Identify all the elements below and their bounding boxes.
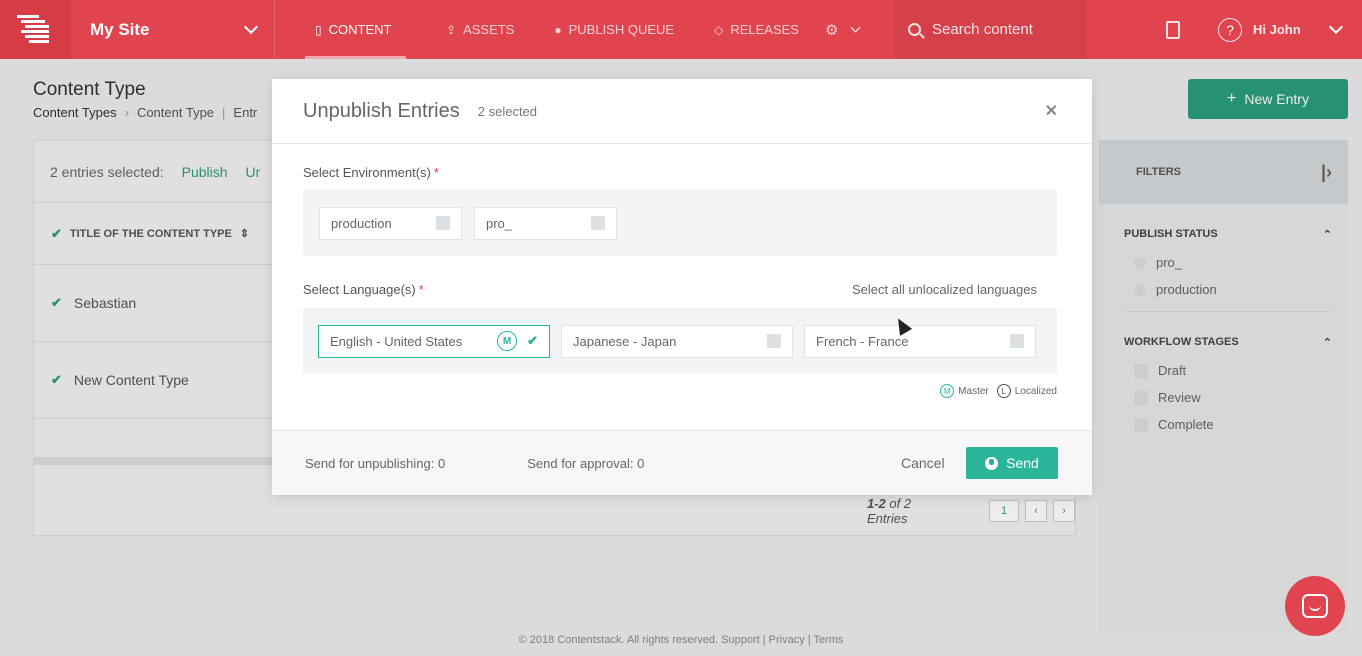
site-switcher[interactable]: My Site [71, 0, 275, 59]
nav-content[interactable]: ▯ CONTENT [305, 0, 406, 59]
language-label-text: Select Language(s) [303, 282, 416, 297]
gear-icon: ⚙ [824, 21, 839, 39]
language-option-english[interactable]: English - United States M ✔ [318, 324, 550, 358]
upload-icon: ⇪ [446, 22, 457, 37]
nav-publish-queue[interactable]: ● PUBLISH QUEUE [544, 0, 674, 59]
nav-content-label: CONTENT [328, 22, 392, 37]
checkbox[interactable] [591, 216, 605, 230]
settings-menu[interactable]: ⚙ [824, 21, 861, 39]
help-icon[interactable]: ? [1218, 17, 1242, 42]
chat-launcher[interactable] [1285, 576, 1345, 636]
environment-name: pro_ [486, 215, 513, 231]
language-legend: M Master L Localized [303, 384, 1057, 398]
legend-localized: Localized [1014, 385, 1057, 397]
globe-icon [985, 456, 999, 470]
language-option-japanese[interactable]: Japanese - Japan [561, 324, 793, 358]
master-icon: M [940, 384, 955, 398]
legend-master: Master [958, 385, 989, 397]
nav-releases-label: RELEASES [730, 22, 799, 37]
environment-option-production[interactable]: production [319, 206, 462, 240]
send-unpublishing-count: Send for unpublishing: 0 [305, 455, 446, 471]
globe-icon: ● [554, 22, 562, 37]
nav-assets-label: ASSETS [463, 22, 515, 37]
chevron-down-icon [243, 19, 259, 35]
language-options: English - United States M ✔ Japanese - J… [303, 308, 1057, 374]
environment-options: production pro_ [303, 190, 1057, 256]
language-option-french[interactable]: French - France [804, 324, 1036, 358]
language-name: English - United States [330, 333, 463, 349]
environment-option-pro[interactable]: pro_ [474, 206, 617, 240]
nav-releases[interactable]: ◇ RELEASES [704, 0, 799, 59]
topbar-right: ? Hi John [1160, 0, 1343, 59]
modal-footer: Send for unpublishing: 0 Send for approv… [272, 430, 1092, 495]
required-marker: * [433, 165, 439, 180]
search-icon [908, 23, 921, 36]
releases-icon: ◇ [714, 22, 724, 37]
nav-publish-queue-label: PUBLISH QUEUE [568, 22, 675, 37]
select-all-unlocalized-link[interactable]: Select all unlocalized languages [852, 282, 1037, 297]
stack-logo-icon [16, 14, 49, 43]
send-button[interactable]: Send [966, 447, 1058, 479]
site-name: My Site [90, 19, 150, 39]
language-name: Japanese - Japan [573, 333, 677, 349]
selected-count: 2 selected [477, 103, 538, 119]
chevron-down-icon[interactable] [1328, 19, 1343, 35]
clipboard-icon[interactable] [1166, 20, 1180, 39]
user-greeting[interactable]: Hi John [1253, 22, 1301, 37]
cancel-button[interactable]: Cancel [901, 455, 945, 471]
unpublish-modal: Unpublish Entries 2 selected ✕ Select En… [272, 79, 1092, 495]
environment-label: Select Environment(s) * [303, 165, 1057, 180]
document-icon: ▯ [315, 22, 322, 37]
search-placeholder: Search content [932, 21, 1033, 38]
send-approval-count: Send for approval: 0 [527, 455, 645, 471]
modal-body: Select Environment(s) * production pro_ S… [272, 165, 1092, 398]
environment-name: production [331, 215, 392, 231]
search-input[interactable]: Search content [894, 0, 1086, 59]
check-icon: ✔ [527, 333, 538, 348]
checkbox[interactable] [1010, 334, 1024, 348]
language-name: French - France [816, 333, 909, 349]
modal-title: Unpublish Entries [303, 99, 460, 122]
environment-label-text: Select Environment(s) [303, 165, 431, 180]
nav-assets[interactable]: ⇪ ASSETS [436, 0, 514, 59]
contentstack-logo[interactable] [0, 0, 71, 59]
send-label: Send [1006, 455, 1039, 471]
master-badge: M [497, 331, 518, 351]
close-icon[interactable]: ✕ [1045, 101, 1058, 121]
chevron-down-icon [850, 22, 861, 32]
chat-icon [1302, 594, 1328, 618]
language-label: Select Language(s) * Select all unlocaliz… [303, 282, 1057, 297]
top-bar: My Site ▯ CONTENT ⇪ ASSETS ● PUBLISH QUE… [0, 0, 1362, 59]
modal-header: Unpublish Entries 2 selected ✕ [272, 79, 1092, 144]
checkbox[interactable] [436, 216, 450, 230]
localized-icon: L [996, 384, 1011, 398]
required-marker: * [418, 282, 424, 297]
checkbox[interactable] [767, 334, 781, 348]
main-nav: ▯ CONTENT ⇪ ASSETS ● PUBLISH QUEUE ◇ REL… [305, 0, 861, 59]
